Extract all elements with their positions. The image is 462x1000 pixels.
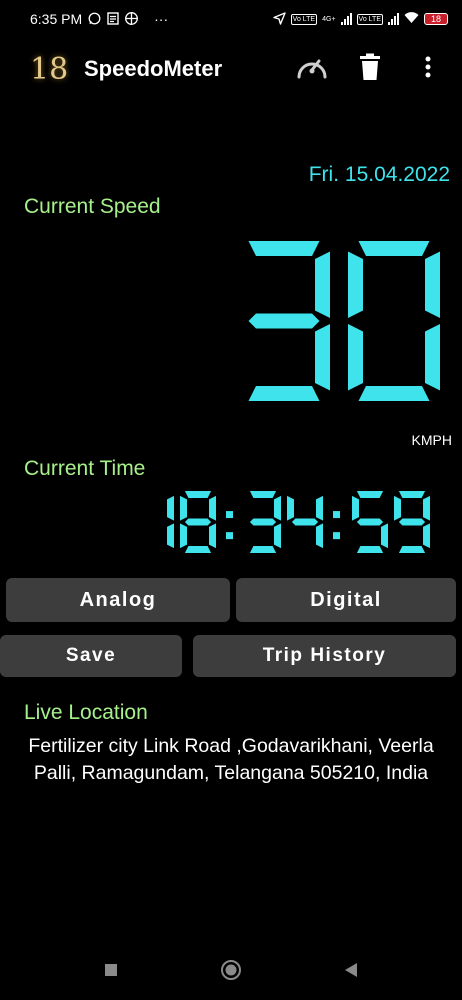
time-digit [352,491,388,553]
segment-d [249,546,277,553]
segment-f [394,495,401,521]
segment-g [356,518,384,526]
segment-c [209,523,216,549]
app-bar: 18 SpeedoMeter [0,38,462,100]
time-digit [249,491,281,553]
speed-display [238,240,448,402]
segment-b [274,495,281,521]
segment-c [423,523,430,549]
segment-b [315,251,330,318]
signal-icon-2 [388,13,399,25]
app-title: SpeedoMeter [84,56,223,81]
segment-c [315,324,330,391]
segment-c [274,523,281,549]
status-bar: 6:35 PM ··· Vo LTE 4G+ Vo LTE 18 [0,0,462,38]
analog-button[interactable]: Analog [6,578,230,622]
segment-e [180,523,187,549]
segment-g [184,518,212,526]
signal-icon-1 [340,13,352,25]
segment-a [248,241,320,256]
network-type: 4G+ [322,15,336,23]
segment-g [249,518,277,526]
segment-a [398,491,426,498]
home-button[interactable] [211,952,251,992]
notes-icon [107,11,119,27]
segment-d [184,546,212,553]
recents-button[interactable] [91,952,131,992]
speed-digit [248,241,330,401]
status-time: 6:35 PM [30,11,83,27]
back-button[interactable] [331,952,371,992]
time-digits [167,491,430,553]
overflow-menu-button[interactable] [406,47,450,91]
segment-a [358,241,430,256]
segment-a [356,491,384,498]
square-icon [104,963,118,982]
battery-icon: 18 [424,13,448,25]
speed-unit: KMPH [411,432,452,448]
colon-dot [333,511,340,519]
speed-digits [248,241,440,401]
segment-c [167,523,174,549]
segment-d [248,386,320,401]
colon-dot [226,511,233,519]
time-digit [180,491,216,553]
trip-history-button[interactable]: Trip History [193,635,456,677]
status-more: ··· [154,11,169,27]
colon-dot [226,532,233,540]
speedometer-button[interactable] [290,47,334,91]
digital-button[interactable]: Digital [236,578,456,622]
segment-f [352,495,359,521]
current-speed-label: Current Speed [24,195,161,218]
segment-g [398,518,426,526]
location-address: Fertilizer city Link Road ,Godavarikhani… [28,735,434,784]
volte-badge-2: Vo LTE [356,13,383,25]
segment-b [425,251,440,318]
live-location-label: Live Location [24,701,148,724]
segment-f [180,495,187,521]
segment-b [209,495,216,521]
status-left: 6:35 PM ··· [30,11,168,27]
location-arrow-icon [272,11,286,27]
segment-d [398,546,426,553]
segment-c [316,523,323,549]
time-digit [394,491,430,553]
segment-g [248,313,320,329]
battery-level: 18 [430,14,441,24]
status-right: Vo LTE 4G+ Vo LTE 18 [272,11,448,27]
delete-button[interactable] [348,47,392,91]
segment-b [316,495,323,521]
whatsapp-icon [88,12,101,27]
speedometer-icon [295,52,329,87]
trash-icon [358,53,382,86]
time-digit [167,495,174,549]
apps-icon [125,11,139,27]
system-nav-bar [0,950,462,994]
segment-e [348,324,363,391]
save-button[interactable]: Save [0,635,182,677]
segment-d [358,386,430,401]
more-vert-icon [425,56,431,83]
speed-digit [348,241,440,401]
segment-a [249,491,277,498]
segment-c [425,324,440,391]
time-display [136,490,452,554]
app-logo: 18 [30,51,69,87]
segment-b [167,495,174,521]
segment-f [348,251,363,318]
current-date: Fri. 15.04.2022 [308,163,450,186]
segment-c [381,523,388,549]
colon-dot [333,532,340,540]
segment-d [356,546,384,553]
segment-f [287,495,294,521]
triangle-back-icon [344,962,358,983]
segment-g [291,518,319,526]
segment-b [423,495,430,521]
circle-icon [220,959,242,986]
wifi-icon [404,12,419,26]
segment-a [184,491,212,498]
time-digit [287,495,323,549]
volte-badge-1: Vo LTE [290,13,318,25]
current-time-label: Current Time [24,457,146,480]
